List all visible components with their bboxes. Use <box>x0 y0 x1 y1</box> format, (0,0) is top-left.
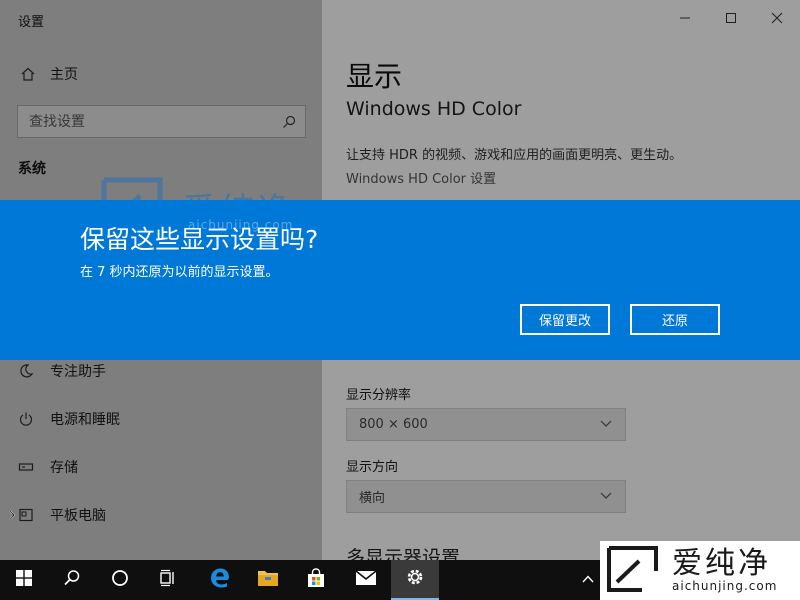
home-icon <box>20 66 36 82</box>
minimize-button[interactable] <box>662 0 708 36</box>
sidebar-item-label: 存储 <box>50 460 78 476</box>
page-title: 显示 <box>346 60 403 93</box>
watermark-url: aichunjing.com <box>188 218 294 232</box>
orientation-label: 显示方向 <box>346 460 399 475</box>
tablet-icon <box>18 507 34 523</box>
orientation-value: 横向 <box>359 491 386 506</box>
task-view-button[interactable] <box>144 560 192 600</box>
close-icon <box>771 9 783 28</box>
watermark-logo-text: 爱纯净 <box>672 545 771 581</box>
keep-changes-button[interactable]: 保留更改 <box>520 304 610 335</box>
sidebar-item-storage[interactable]: 存储 <box>0 443 322 491</box>
search-input[interactable] <box>18 113 281 130</box>
cortana-button[interactable] <box>96 560 144 600</box>
mouse-cursor-icon <box>2 507 16 526</box>
watermark-logo-url: aichunjing.com <box>672 578 778 593</box>
power-icon <box>18 411 34 427</box>
window-title: 设置 <box>18 15 45 30</box>
store-bag-icon <box>306 568 326 592</box>
taskbar-store-button[interactable] <box>292 560 340 600</box>
chevron-down-icon <box>599 487 613 506</box>
taskbar-explorer-button[interactable] <box>244 560 292 600</box>
sidebar-item-label: 平板电脑 <box>50 508 106 524</box>
storage-icon <box>18 459 34 475</box>
watermark-logo-badge: 爱纯净 aichunjing.com <box>600 541 800 600</box>
taskbar-edge-button[interactable] <box>196 560 244 600</box>
gear-icon <box>405 567 425 591</box>
cortana-circle-icon <box>111 569 129 591</box>
sidebar-item-label: 电源和睡眠 <box>50 412 120 428</box>
dialog-countdown-message: 在 7 秒内还原为以前的显示设置。 <box>80 265 279 280</box>
hd-color-heading: Windows HD Color <box>346 98 522 120</box>
sidebar-item-tablet[interactable]: 平板电脑 <box>0 491 322 539</box>
task-view-icon <box>159 569 177 591</box>
hd-color-description: 让支持 HDR 的视频、游戏和应用的画面更明亮、更生动。 <box>346 148 683 163</box>
search-icon <box>63 569 81 591</box>
sidebar-item-home[interactable]: 主页 <box>0 50 322 98</box>
orientation-select[interactable]: 横向 <box>346 480 626 513</box>
resolution-label: 显示分辨率 <box>346 388 412 403</box>
moon-icon <box>18 363 34 379</box>
hd-color-settings-link[interactable]: Windows HD Color 设置 <box>346 168 496 187</box>
taskbar-mail-button[interactable] <box>342 560 390 600</box>
window-controls <box>662 0 800 36</box>
chevron-down-icon <box>599 415 613 434</box>
search-box[interactable] <box>17 105 306 138</box>
windows-logo-icon <box>16 570 32 590</box>
section-label-system: 系统 <box>18 161 46 177</box>
watermark-logo-icon <box>606 545 662 597</box>
mail-icon <box>355 570 377 590</box>
start-button[interactable] <box>0 560 48 600</box>
home-label: 主页 <box>50 67 78 83</box>
chevron-up-icon <box>581 571 595 590</box>
resolution-select[interactable]: 800 × 600 <box>346 408 626 441</box>
maximize-button[interactable] <box>708 0 754 36</box>
taskbar-search-button[interactable] <box>48 560 96 600</box>
resolution-value: 800 × 600 <box>359 417 428 432</box>
search-icon[interactable] <box>281 114 297 130</box>
folder-icon <box>257 568 279 592</box>
taskbar-settings-button[interactable] <box>391 560 439 600</box>
edge-browser-icon <box>209 567 231 593</box>
sidebar-item-power-sleep[interactable]: 电源和睡眠 <box>0 395 322 443</box>
sidebar-item-label: 专注助手 <box>50 364 106 380</box>
keep-display-settings-dialog: 保留这些显示设置吗? 在 7 秒内还原为以前的显示设置。 保留更改 还原 <box>0 200 800 360</box>
watermark-logo-text-group: 爱纯净 aichunjing.com <box>662 545 778 593</box>
revert-button[interactable]: 还原 <box>630 304 720 335</box>
close-button[interactable] <box>754 0 800 36</box>
